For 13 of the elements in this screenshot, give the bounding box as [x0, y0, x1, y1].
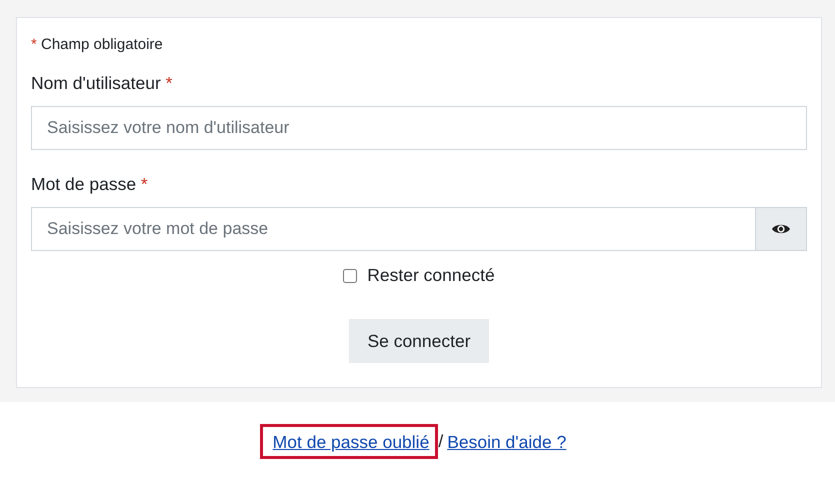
eye-icon [771, 222, 791, 236]
link-separator: / [438, 431, 444, 452]
remember-checkbox[interactable] [343, 268, 358, 282]
input-field[interactable]: Saisissez votre mot de passe [31, 207, 755, 251]
checkbox-label: Rester connecté [367, 265, 495, 286]
text-link[interactable]: Mot de passe oublié [260, 424, 438, 459]
show-password-button[interactable] [755, 207, 807, 251]
input-field[interactable]: Saisissez votre nom d'utilisateur [31, 106, 807, 150]
required-note: * Champ obligatoire [31, 36, 164, 53]
text-link[interactable]: Besoin d'aide ? [443, 424, 576, 459]
field-label: Nom d'utilisateur * [31, 73, 174, 94]
field-label: Mot de passe * [31, 174, 149, 195]
login-button[interactable]: Se connecter [349, 319, 489, 363]
